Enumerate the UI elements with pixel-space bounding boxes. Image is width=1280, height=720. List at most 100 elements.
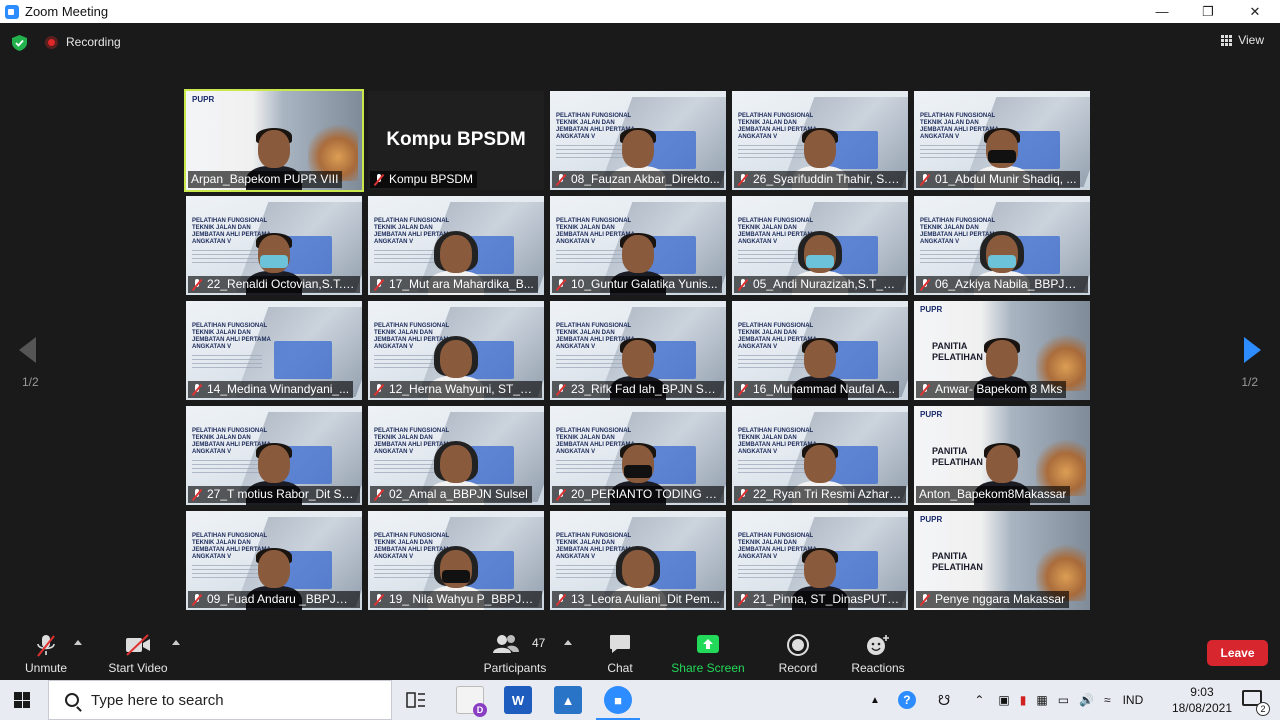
participant-tile[interactable]: PELATIHAN FUNGSIONAL TEKNIK JALAN DAN JE…	[732, 301, 908, 400]
show-hidden-icons-icon[interactable]: ⌃	[974, 693, 984, 707]
participant-tile[interactable]: PELATIHAN FUNGSIONAL TEKNIK JALAN DAN JE…	[550, 301, 726, 400]
photos-app-icon[interactable]: ▲	[554, 686, 582, 714]
participant-tile[interactable]: PELATIHAN FUNGSIONAL TEKNIK JALAN DAN JE…	[550, 91, 726, 190]
previous-page-arrow-icon[interactable]	[19, 337, 36, 363]
start-video-button[interactable]: Start Video	[106, 630, 170, 680]
participants-options-caret-icon[interactable]	[564, 640, 572, 645]
chat-button[interactable]: Chat	[600, 630, 640, 680]
task-view-icon[interactable]	[406, 691, 426, 709]
microphone-muted-icon	[555, 593, 567, 606]
participant-tile[interactable]: PELATIHAN FUNGSIONAL TEKNIK JALAN DAN JE…	[914, 196, 1090, 295]
participant-nameplate: 22_Ryan Tri Resmi Azhari_...	[734, 486, 906, 503]
microphone-muted-icon	[191, 278, 203, 291]
participant-tile[interactable]: PELATIHAN FUNGSIONAL TEKNIK JALAN DAN JE…	[550, 196, 726, 295]
microphone-muted-icon	[919, 278, 931, 291]
microphone-muted-icon	[373, 383, 385, 396]
share-screen-button[interactable]: Share Screen	[670, 630, 746, 680]
participant-tile[interactable]: PUPR PANITIA PELATIHAN Anwar- Bapekom 8 Mk…	[914, 301, 1090, 400]
participant-nameplate: 06_Azkiya Nabila_BBPJN J...	[916, 276, 1088, 293]
participants-button[interactable]: 47 Participants	[480, 630, 550, 680]
participant-name: Anton_Bapekom8Makassar	[919, 487, 1067, 501]
next-page-arrow-icon[interactable]	[1244, 337, 1261, 363]
participant-nameplate: 23_Rifk Fad lah_BPJN Sul...	[552, 381, 724, 398]
security-shield-icon[interactable]	[12, 35, 27, 51]
participant-tile[interactable]: PELATIHAN FUNGSIONAL TEKNIK JALAN DAN JE…	[186, 511, 362, 610]
participant-nameplate: 12_Herna Wahyuni, ST_Di...	[370, 381, 542, 398]
background-slide-lines	[192, 355, 262, 369]
windows-taskbar: Type here to search D W ▲ ■ ▲ ? ☋ ⌃ ▣ ▮ …	[0, 680, 1280, 720]
notification-app-icon[interactable]: ▮	[1020, 693, 1027, 707]
participant-nameplate: Anwar- Bapekom 8 Mks	[916, 381, 1067, 398]
microphone-muted-icon	[191, 593, 203, 606]
video-options-caret-icon[interactable]	[172, 640, 180, 645]
minimize-button[interactable]: —	[1139, 0, 1185, 23]
battery-icon[interactable]: ▭	[1058, 693, 1069, 707]
participant-tile[interactable]: PELATIHAN FUNGSIONAL TEKNIK JALAN DAN JE…	[550, 406, 726, 505]
page-indicator-right: 1/2	[1241, 375, 1258, 389]
participant-tile[interactable]: Kompu BPSDM Kompu BPSDM	[368, 91, 544, 190]
participant-tile[interactable]: PUPR PANITIA PELATIHAN Anton_Bapekom8Makas…	[914, 406, 1090, 505]
participant-tile[interactable]: PELATIHAN FUNGSIONAL TEKNIK JALAN DAN JE…	[732, 406, 908, 505]
reactions-label: Reactions	[851, 661, 905, 675]
meet-now-icon[interactable]: ▣	[998, 693, 1009, 707]
participant-tile[interactable]: PELATIHAN FUNGSIONAL TEKNIK JALAN DAN JE…	[914, 91, 1090, 190]
help-icon[interactable]: ?	[897, 691, 916, 709]
participant-tile[interactable]: PELATIHAN FUNGSIONAL TEKNIK JALAN DAN JE…	[368, 511, 544, 610]
language-indicator[interactable]: IND	[1123, 693, 1144, 707]
reactions-button[interactable]: Reactions	[848, 630, 908, 680]
unmute-label: Unmute	[24, 661, 68, 675]
search-icon	[65, 693, 79, 707]
microphone-muted-icon	[555, 278, 567, 291]
participant-tile[interactable]: PELATIHAN FUNGSIONAL TEKNIK JALAN DAN JE…	[186, 196, 362, 295]
gift-icon[interactable]: ▦	[1036, 693, 1047, 707]
participant-nameplate: 13_Leora Auliani_Dit Pem...	[552, 591, 724, 608]
view-button[interactable]: View	[1221, 33, 1264, 47]
close-button[interactable]: ✕	[1232, 0, 1278, 23]
tray-scroll-icon[interactable]: ▲	[870, 695, 880, 706]
file-app-icon[interactable]: D	[456, 686, 487, 717]
participant-name: 08_Fauzan Akbar_Direkto...	[571, 172, 720, 186]
people-icon[interactable]: ☋	[938, 692, 950, 709]
participant-tile[interactable]: PELATIHAN FUNGSIONAL TEKNIK JALAN DAN JE…	[550, 511, 726, 610]
microphone-muted-icon	[737, 173, 749, 186]
unmute-button[interactable]: Unmute	[22, 630, 70, 680]
audio-options-caret-icon[interactable]	[74, 640, 82, 645]
zoom-taskbar-icon[interactable]: ■	[596, 686, 640, 720]
wifi-icon[interactable]: ≈	[1104, 693, 1111, 707]
recording-label[interactable]: Recording	[66, 35, 121, 49]
participant-tile[interactable]: PELATIHAN FUNGSIONAL TEKNIK JALAN DAN JE…	[368, 196, 544, 295]
chat-icon	[610, 635, 630, 653]
participant-display-name: Kompu BPSDM	[386, 129, 526, 150]
participant-nameplate: 17_Mut ara Mahardika_B...	[370, 276, 538, 293]
taskbar-search-box[interactable]: Type here to search	[48, 680, 392, 720]
leave-button[interactable]: Leave	[1207, 640, 1268, 666]
participants-icon	[493, 635, 519, 653]
share-screen-label: Share Screen	[671, 661, 745, 675]
participant-tile[interactable]: PELATIHAN FUNGSIONAL TEKNIK JALAN DAN JE…	[368, 301, 544, 400]
participant-name: 10_Guntur Galatika Yunis...	[571, 277, 718, 291]
participant-tile[interactable]: PELATIHAN FUNGSIONAL TEKNIK JALAN DAN JE…	[186, 301, 362, 400]
participant-nameplate: Arpan_Bapekom PUPR VIII	[188, 171, 343, 188]
participant-nameplate: 26_Syarifuddin Thahir, S.T...	[734, 171, 906, 188]
record-label: Record	[778, 661, 818, 675]
participant-tile[interactable]: PELATIHAN FUNGSIONAL TEKNIK JALAN DAN JE…	[368, 406, 544, 505]
participant-tile[interactable]: PUPR PANITIA PELATIHAN Penye nggara Makass…	[914, 511, 1090, 610]
clock[interactable]: 9:03 18/08/2021	[1172, 684, 1232, 716]
grid-view-icon	[1221, 34, 1233, 46]
volume-icon[interactable]: 🔊	[1079, 693, 1094, 707]
search-placeholder: Type here to search	[91, 691, 224, 709]
windows-start-icon[interactable]	[14, 692, 30, 708]
participant-name: 16_Muhammad Naufal A...	[753, 382, 896, 396]
participant-tile[interactable]: PELATIHAN FUNGSIONAL TEKNIK JALAN DAN JE…	[732, 91, 908, 190]
participant-tile[interactable]: PUPR Arpan_Bapekom PUPR VIII	[184, 89, 364, 192]
participant-tile[interactable]: PELATIHAN FUNGSIONAL TEKNIK JALAN DAN JE…	[732, 511, 908, 610]
reactions-icon	[867, 635, 889, 655]
restore-button[interactable]: ❐	[1185, 0, 1231, 23]
record-button[interactable]: Record	[776, 630, 820, 680]
participant-tile[interactable]: PELATIHAN FUNGSIONAL TEKNIK JALAN DAN JE…	[186, 406, 362, 505]
participant-tile[interactable]: PELATIHAN FUNGSIONAL TEKNIK JALAN DAN JE…	[732, 196, 908, 295]
participant-name: Penye nggara Makassar	[935, 592, 1066, 606]
video-off-icon	[126, 634, 150, 656]
participant-name: 06_Azkiya Nabila_BBPJN J...	[935, 277, 1084, 291]
word-app-icon[interactable]: W	[504, 686, 532, 714]
